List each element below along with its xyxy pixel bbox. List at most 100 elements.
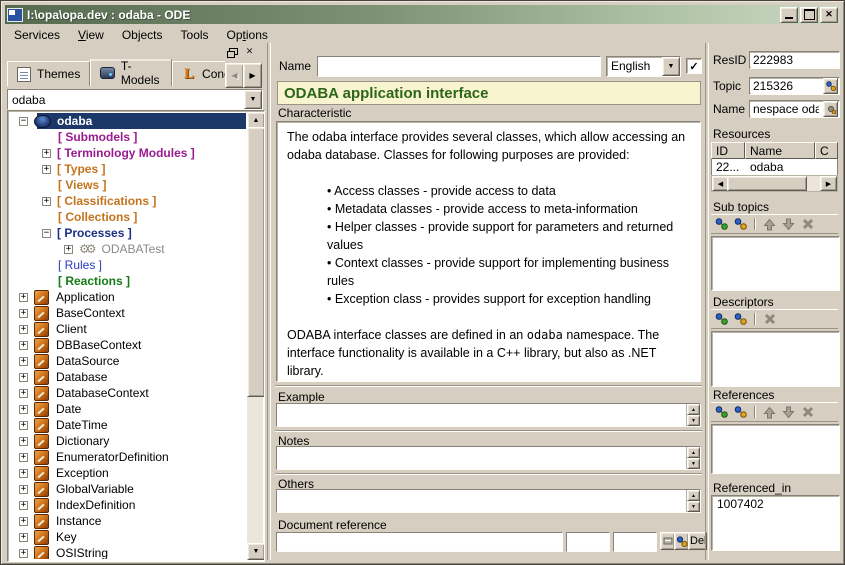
- tree-item-class[interactable]: +Dictionary: [10, 433, 246, 449]
- expand-icon[interactable]: +: [19, 501, 28, 510]
- tree-item-submodels[interactable]: [ Submodels ]: [10, 129, 246, 145]
- topic-link-button[interactable]: [823, 78, 838, 94]
- resid-input[interactable]: [750, 53, 839, 67]
- tree-item-class[interactable]: +DBBaseContext: [10, 337, 246, 353]
- tree-item-class[interactable]: +Date: [10, 401, 246, 417]
- expand-icon[interactable]: +: [19, 405, 28, 414]
- scroll-up-button[interactable]: ▲: [687, 404, 700, 415]
- expand-icon[interactable]: +: [64, 245, 73, 254]
- expand-icon[interactable]: +: [19, 341, 28, 350]
- tree-item-class[interactable]: +Client: [10, 321, 246, 337]
- document-reference-field3[interactable]: [614, 533, 656, 551]
- scrollbar-thumb[interactable]: [727, 176, 807, 191]
- expand-icon[interactable]: +: [19, 533, 28, 542]
- collapse-icon[interactable]: −: [19, 117, 28, 126]
- add-sub-topic-button[interactable]: [713, 216, 730, 232]
- undock-panel-button[interactable]: [224, 45, 239, 58]
- remove-button[interactable]: [799, 216, 816, 232]
- scroll-right-button[interactable]: ▶: [820, 176, 837, 191]
- tree-item-class[interactable]: +IndexDefinition: [10, 497, 246, 513]
- expand-icon[interactable]: +: [19, 549, 28, 558]
- maximize-button[interactable]: [800, 7, 818, 23]
- tree-item-rules[interactable]: [ Rules ]: [10, 257, 246, 273]
- resources-hscrollbar[interactable]: ◀ ▶: [711, 175, 838, 192]
- close-panel-button[interactable]: ✕: [242, 45, 257, 58]
- collapse-icon[interactable]: −: [42, 229, 51, 238]
- language-combobox[interactable]: English ▼: [606, 56, 681, 77]
- tab-concepts[interactable]: L Conc: [172, 61, 225, 86]
- characteristic-textarea[interactable]: The odaba interface provides several cla…: [276, 121, 701, 382]
- minimize-button[interactable]: [780, 7, 798, 23]
- tab-scroll-left-button[interactable]: ◀: [225, 63, 244, 88]
- scroll-up-button[interactable]: ▲: [687, 490, 700, 501]
- tree-item-classifications[interactable]: +[ Classifications ]: [10, 193, 246, 209]
- resources-row[interactable]: 22... odaba: [711, 159, 838, 175]
- others-field[interactable]: ▲ ▼: [276, 489, 701, 513]
- tree-item-collections[interactable]: [ Collections ]: [10, 209, 246, 225]
- descriptors-list[interactable]: [711, 331, 840, 387]
- notes-input[interactable]: [277, 447, 686, 469]
- tree-item-views[interactable]: [ Views ]: [10, 177, 246, 193]
- scroll-down-button[interactable]: ▼: [687, 415, 700, 426]
- tree-item-class[interactable]: +BaseContext: [10, 305, 246, 321]
- model-filter-input[interactable]: [8, 90, 244, 109]
- scrollbar-thumb[interactable]: [247, 127, 265, 397]
- document-open-button[interactable]: [660, 532, 675, 550]
- others-input[interactable]: [277, 490, 686, 512]
- references-list[interactable]: [711, 424, 840, 474]
- right-splitter[interactable]: [705, 43, 709, 560]
- topic-name-input[interactable]: [750, 102, 822, 116]
- tab-scroll-right-button[interactable]: ▶: [243, 63, 262, 88]
- left-splitter[interactable]: [267, 43, 271, 560]
- name-link-button[interactable]: [823, 101, 838, 117]
- expand-icon[interactable]: +: [19, 469, 28, 478]
- column-header-id[interactable]: ID: [711, 142, 745, 159]
- tree-item-odaba[interactable]: − odaba: [10, 113, 246, 129]
- tree-item-class[interactable]: +Database: [10, 369, 246, 385]
- menu-objects[interactable]: Objects: [113, 27, 172, 43]
- insert-descriptor-button[interactable]: [732, 311, 749, 327]
- name-input[interactable]: [318, 57, 600, 76]
- expand-icon[interactable]: +: [19, 437, 28, 446]
- tree-item-class[interactable]: +Application: [10, 289, 246, 305]
- document-reference-field2[interactable]: [567, 533, 609, 551]
- tree-item-class[interactable]: +OSIString: [10, 545, 246, 559]
- combo-dropdown-button[interactable]: ▼: [662, 57, 680, 76]
- tree-item-class[interactable]: +DatabaseContext: [10, 385, 246, 401]
- menu-options[interactable]: Options: [218, 27, 277, 43]
- expand-icon[interactable]: +: [19, 453, 28, 462]
- expand-icon[interactable]: +: [42, 165, 51, 174]
- remove-button[interactable]: [761, 311, 778, 327]
- close-button[interactable]: ✕: [820, 7, 838, 23]
- remove-button[interactable]: [799, 404, 816, 420]
- tree-scrollbar[interactable]: ▲ ▼: [247, 112, 263, 560]
- menu-tools[interactable]: Tools: [172, 27, 218, 43]
- tree-item-class[interactable]: +Instance: [10, 513, 246, 529]
- expand-icon[interactable]: +: [42, 197, 51, 206]
- tree-item-reactions[interactable]: [ Reactions ]: [10, 273, 246, 289]
- add-reference-button[interactable]: [713, 404, 730, 420]
- tree-item-types[interactable]: +[ Types ]: [10, 161, 246, 177]
- expand-icon[interactable]: +: [19, 421, 28, 430]
- move-down-button[interactable]: [780, 216, 797, 232]
- notes-field[interactable]: ▲ ▼: [276, 446, 701, 470]
- combo-dropdown-button[interactable]: ▼: [244, 90, 262, 109]
- expand-icon[interactable]: +: [19, 357, 28, 366]
- referenced-in-list[interactable]: 1007402: [711, 495, 840, 551]
- tree-item-class[interactable]: +GlobalVariable: [10, 481, 246, 497]
- tab-t-models[interactable]: T-Models: [90, 59, 172, 86]
- menu-view[interactable]: View: [69, 27, 113, 43]
- add-descriptor-button[interactable]: [713, 311, 730, 327]
- column-header-name[interactable]: Name: [745, 142, 815, 159]
- scroll-down-button[interactable]: ▼: [247, 543, 265, 560]
- expand-icon[interactable]: +: [19, 325, 28, 334]
- topic-input[interactable]: [750, 79, 822, 93]
- expand-icon[interactable]: +: [19, 389, 28, 398]
- insert-sub-topic-button[interactable]: [732, 216, 749, 232]
- move-up-button[interactable]: [761, 404, 778, 420]
- expand-icon[interactable]: +: [19, 293, 28, 302]
- expand-icon[interactable]: +: [19, 517, 28, 526]
- scroll-down-button[interactable]: ▼: [687, 458, 700, 469]
- tree-item-class[interactable]: +DataSource: [10, 353, 246, 369]
- sub-topics-list[interactable]: [711, 236, 840, 291]
